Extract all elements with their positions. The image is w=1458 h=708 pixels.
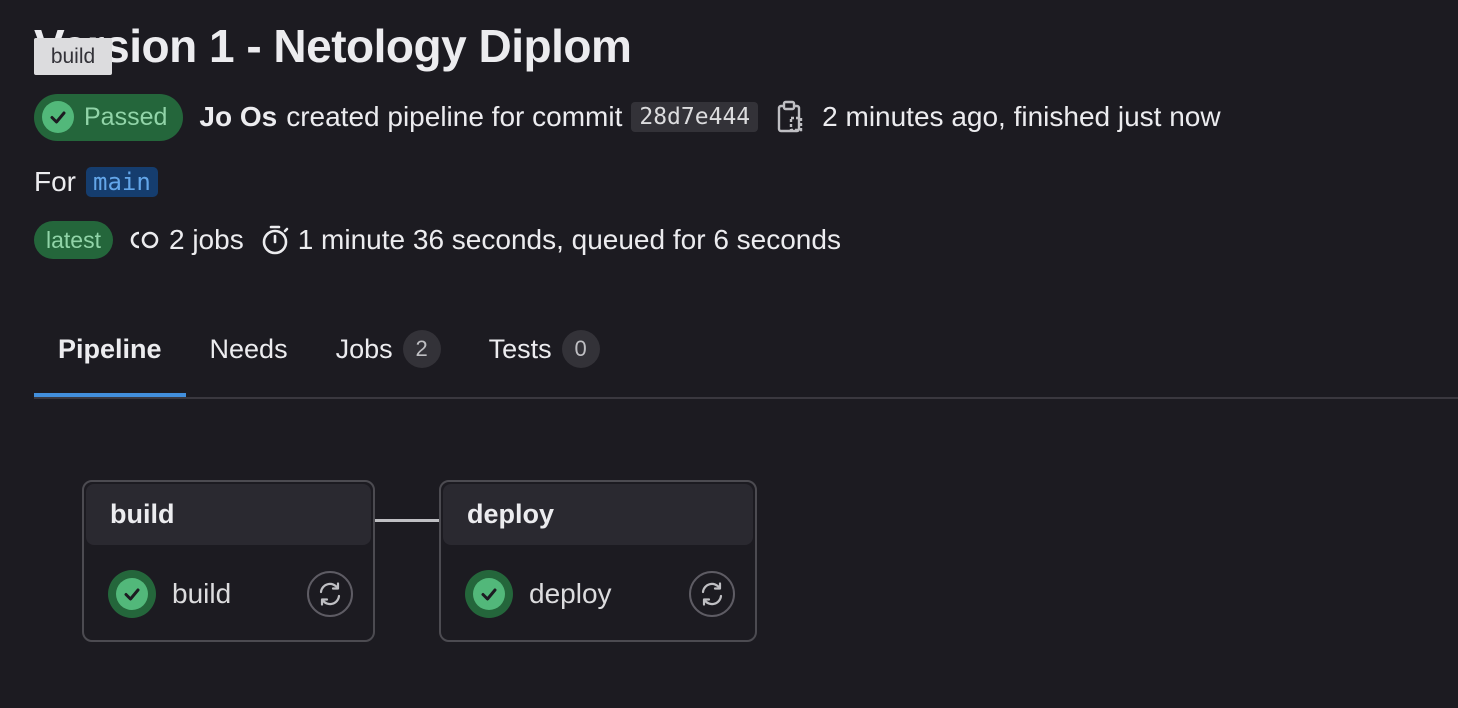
branch-link[interactable]: main [86, 167, 158, 197]
tab-label: Tests [488, 333, 552, 364]
tests-count-badge: 0 [561, 330, 600, 368]
stage-name: deploy [443, 484, 753, 545]
page-title: Version 1 - Netology Diplom [34, 20, 632, 72]
stage-build: build build [82, 480, 375, 642]
tab-label: Jobs [335, 333, 393, 364]
copy-icon[interactable] [776, 100, 804, 134]
job-deploy[interactable]: deploy [465, 569, 735, 619]
latest-badge: latest [34, 221, 113, 259]
stage-deploy: deploy deploy [439, 480, 757, 642]
author-link[interactable]: Jo Os [199, 101, 277, 133]
pipeline-tabs: Pipeline Needs Jobs 2 Tests 0 [34, 316, 1458, 399]
commit-sha-link[interactable]: 28d7e444 [631, 102, 759, 132]
tab-label: Pipeline [58, 333, 162, 364]
retry-icon[interactable] [307, 571, 353, 617]
tab-jobs[interactable]: Jobs 2 [312, 316, 465, 382]
pipeline-time-text: 2 minutes ago, finished just now [822, 101, 1221, 132]
job-build[interactable]: build [108, 569, 353, 619]
for-label: For [34, 166, 76, 197]
stage-name: build [86, 484, 371, 545]
timer-icon [260, 224, 290, 256]
tooltip: build [34, 38, 112, 75]
pipeline-info-row: Passed Jo Os created pipeline for commit… [34, 93, 1221, 141]
success-icon [108, 570, 156, 618]
status-badge[interactable]: Passed [34, 93, 184, 141]
tab-pipeline[interactable]: Pipeline [34, 316, 186, 397]
job-name[interactable]: deploy [529, 578, 612, 610]
status-label: Passed [84, 102, 168, 131]
pipeline-stats-row: latest 2 jobs 1 minute 36 seconds, queue… [34, 218, 841, 262]
tab-needs[interactable]: Needs [186, 316, 312, 382]
tab-label: Needs [209, 333, 288, 364]
success-icon [42, 101, 74, 133]
duration-text: 1 minute 36 seconds, queued for 6 second… [297, 224, 841, 255]
branch-row: For main [34, 160, 158, 204]
created-text: created pipeline for commit [286, 101, 623, 132]
job-name[interactable]: build [172, 578, 231, 610]
stage-connector [375, 519, 439, 522]
pipeline-page: Version 1 - Netology Diplom build Passed… [0, 0, 1458, 708]
tab-tests[interactable]: Tests 0 [465, 316, 624, 382]
retry-icon[interactable] [689, 571, 735, 617]
jobs-count: 2 jobs [168, 224, 244, 255]
success-icon [465, 570, 513, 618]
pipeline-jobs-icon [129, 229, 161, 251]
jobs-count-badge: 2 [402, 330, 441, 368]
